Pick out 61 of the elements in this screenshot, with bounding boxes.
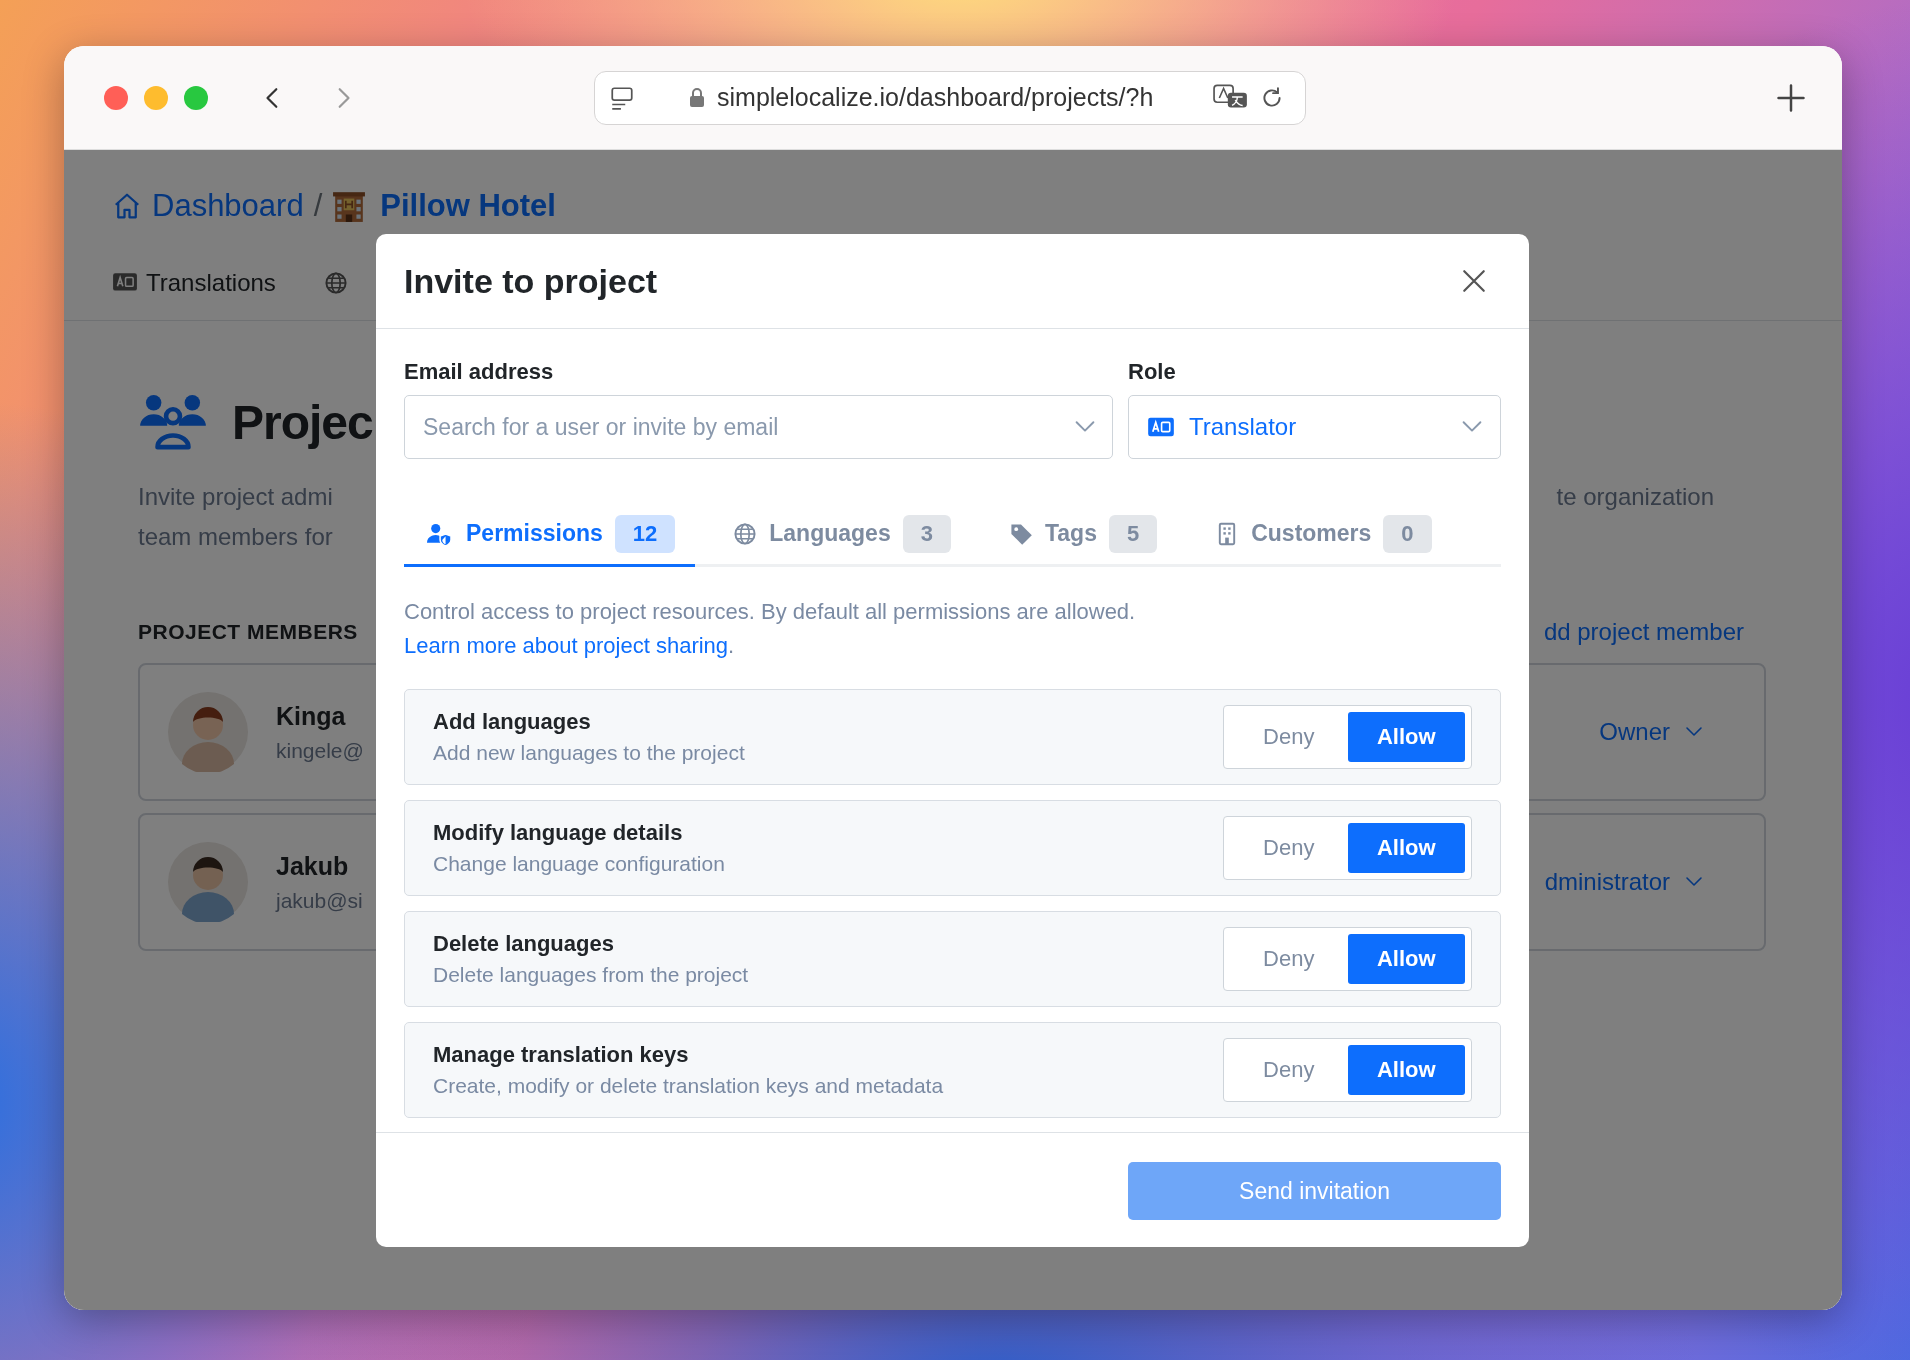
tab[interactable]: Tags 5 [988,503,1178,567]
sidebar-icon[interactable] [609,84,635,111]
role-select-field[interactable]: Translator [1128,395,1501,459]
toggle-option[interactable]: Deny [1230,1045,1348,1095]
toggle-option[interactable]: Deny [1230,823,1348,873]
home-icon[interactable] [112,191,142,221]
tab[interactable]: Customers 0 [1195,503,1452,567]
hotel-icon [332,189,367,223]
toggle-option[interactable]: Allow [1347,823,1465,873]
toggle-option[interactable]: Allow [1347,934,1465,984]
address-bar[interactable]: simplelocalize.io/dashboard/projects/?h [594,70,1306,125]
permission-title: Modify language details [433,820,684,846]
page-heading: Projec [232,394,373,450]
toggle-option[interactable]: Allow [1347,712,1465,762]
permission-title: Add languages [433,709,592,735]
tag-icon [1008,521,1033,546]
toggle-option[interactable]: Deny [1230,934,1348,984]
globe-icon[interactable] [323,271,348,295]
description-text: Invite project admi [138,483,333,511]
description-text: team members for [138,523,333,551]
member-name: Kinga [276,701,347,731]
user-shield-icon [424,521,454,546]
permission-description: Create, modify or delete translation keys and metadata [433,1074,944,1098]
learn-more-link[interactable]: Learn more about project sharing [404,633,729,658]
email-search-field[interactable]: Search for a user or invite by email [404,395,1113,459]
permission-description: Delete languages from the project [433,963,749,987]
dialog-title: Invite to project [404,261,658,301]
count-badge: 0 [1383,514,1432,553]
tab[interactable]: Languages 3 [713,503,971,567]
count-badge: 5 [1108,514,1158,553]
info-text: Control access to project resources. By default all permissions are allowed. Learn more about project sharing. [404,598,1137,660]
add-member-link[interactable]: dd project member [1543,618,1744,646]
nav-tab[interactable]: Translations [112,269,276,297]
breadcrumb-link[interactable]: Dashboard [152,188,304,224]
permission-description: Add new languages to the project [433,741,745,765]
field-label: Email address [404,359,555,385]
member-email: kingele@ [276,738,364,763]
member-name: Jakub [276,851,350,881]
count-badge: 12 [614,514,676,553]
permission-description: Change language configuration [433,852,725,876]
permission-title: Manage translation keys [433,1042,690,1068]
close-icon[interactable] [1461,268,1487,294]
new-tab-icon[interactable] [1776,82,1806,113]
field-label: Role [1128,359,1177,385]
close-window-button[interactable] [104,85,128,110]
toggle-option[interactable]: Deny [1230,712,1348,762]
tab[interactable]: Permissions 12 [404,503,696,567]
toggle-option[interactable]: Allow [1347,1045,1465,1095]
lock-icon [689,87,705,108]
permission-title: Delete languages [433,931,615,957]
users-icon [138,393,208,451]
url-text[interactable]: simplelocalize.io/dashboard/projects/?h [717,83,1154,112]
section-title: PROJECT MEMBERS [138,620,358,644]
count-badge: 3 [902,514,951,553]
member-email: jakub@si [276,888,363,913]
role-dropdown[interactable]: dministrator [1544,868,1704,896]
breadcrumb-current[interactable]: Pillow Hotel [380,188,556,224]
description-text: te organization [1556,483,1714,511]
globe-icon [733,521,758,546]
role-dropdown[interactable]: Owner [1599,718,1704,746]
breadcrumb-separator: / [313,188,323,224]
